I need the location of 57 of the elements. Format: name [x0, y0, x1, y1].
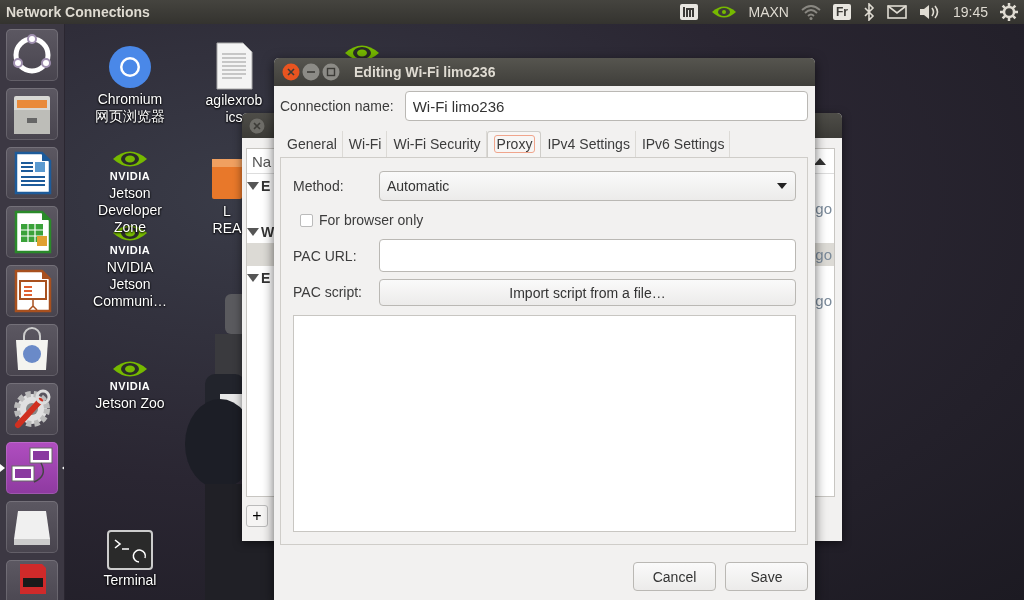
- launcher-item[interactable]: [6, 206, 58, 258]
- nvidia-wordmark: NVIDIA: [109, 243, 151, 257]
- icon-label[interactable]: NVIDIA Jetson Communi…: [93, 259, 167, 310]
- tab[interactable]: Proxy: [486, 131, 542, 157]
- minimize-button[interactable]: [302, 63, 320, 81]
- settings-icon[interactable]: [1000, 3, 1018, 21]
- bluetooth-icon[interactable]: [862, 3, 875, 21]
- maximize-button[interactable]: [322, 63, 340, 81]
- expander-icon[interactable]: [247, 180, 259, 191]
- dialog-button[interactable]: Cancel: [633, 562, 716, 591]
- launcher-item[interactable]: [6, 383, 58, 435]
- launcher-item[interactable]: [6, 324, 58, 376]
- import-script-button[interactable]: Import script from a file…: [379, 279, 796, 306]
- keyboard-layout-indicator[interactable]: Fr: [832, 4, 851, 20]
- nvidia-wordmark: NVIDIA: [109, 379, 151, 393]
- close-button[interactable]: [282, 63, 300, 81]
- icon-label[interactable]: Chromium 网页浏览器: [95, 91, 165, 125]
- field-label: PAC URL:: [293, 247, 358, 264]
- terminal-icon: [107, 530, 153, 570]
- mail-icon[interactable]: [886, 5, 907, 19]
- field-label: Connection name:: [280, 98, 394, 114]
- icon-label[interactable]: agilexrob ics: [205, 92, 263, 126]
- app-indicator-icon[interactable]: [678, 3, 699, 21]
- add-button[interactable]: +: [246, 505, 268, 527]
- indicator-text[interactable]: MAXN: [748, 4, 789, 20]
- group-label: E: [261, 269, 271, 286]
- expander-icon[interactable]: [247, 226, 259, 237]
- expander-icon[interactable]: [247, 272, 259, 283]
- launcher-item[interactable]: [6, 501, 58, 553]
- launcher-item[interactable]: [6, 29, 58, 81]
- group-label: W: [261, 223, 275, 240]
- field-label: Method:: [293, 178, 345, 194]
- icon-label[interactable]: Terminal: [103, 572, 157, 589]
- window-title: Network Connections: [6, 4, 150, 20]
- connection-name-field[interactable]: Wi-Fi limo236: [404, 91, 808, 121]
- nvidia-icon[interactable]: [710, 4, 737, 20]
- icon-label[interactable]: L REA: [212, 203, 242, 237]
- checkbox[interactable]: [300, 213, 313, 227]
- launcher-item[interactable]: [6, 88, 58, 140]
- window-title: Editing Wi-Fi limo236: [354, 64, 496, 80]
- wifi-icon[interactable]: [800, 4, 821, 20]
- field-label: PAC script:: [293, 283, 363, 300]
- indicator-text[interactable]: 19:45: [952, 4, 988, 20]
- sort-arrow-icon: [814, 157, 826, 165]
- group-label: E: [261, 177, 271, 194]
- chromium-icon: [108, 45, 152, 89]
- volume-icon[interactable]: [918, 4, 941, 20]
- document-icon: [215, 42, 253, 90]
- dialog-button[interactable]: Save: [725, 562, 808, 591]
- nvidia-wordmark: NVIDIA: [109, 169, 151, 183]
- method-dropdown[interactable]: Automatic: [379, 171, 796, 201]
- icon-label[interactable]: Jetson Zoo: [95, 395, 165, 412]
- launcher-item[interactable]: [6, 147, 58, 199]
- pac-url-field[interactable]: [379, 239, 796, 272]
- caret-icon: [777, 183, 787, 189]
- launcher-item[interactable]: [6, 265, 58, 317]
- checkbox-label: For browser only: [319, 212, 424, 228]
